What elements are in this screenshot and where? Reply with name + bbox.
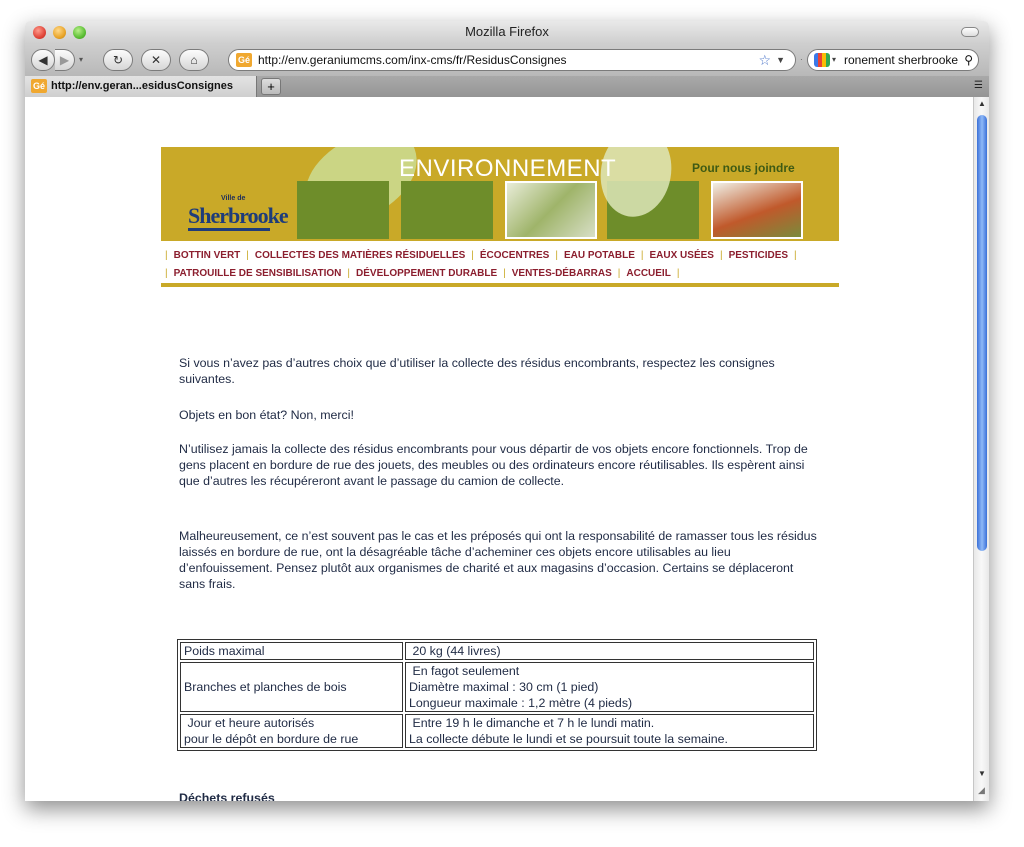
trailer-photo bbox=[711, 181, 803, 239]
menu-item-ventes-debarras[interactable]: VENTES-DÉBARRAS bbox=[512, 268, 612, 279]
stop-button[interactable]: ✕ bbox=[141, 49, 171, 71]
menu-row-1: | BOTTIN VERT | COLLECTES DES MATIÈRES RÉSI… bbox=[165, 250, 797, 261]
banner-green-block bbox=[297, 181, 389, 239]
explanation-paragraph: Malheureusement, ce n’est souvent pas le… bbox=[179, 529, 817, 591]
tab-favicon-icon: Gé bbox=[31, 79, 47, 93]
table-row: Jour et heure autorisés pour le dépôt en… bbox=[180, 714, 814, 748]
menu-item-collectes[interactable]: COLLECTES DES MATIÈRES RÉSIDUELLES bbox=[255, 250, 465, 261]
scroll-down-icon[interactable]: ▼ bbox=[978, 769, 986, 778]
instructions-paragraph: N’utilisez jamais la collecte des résidu… bbox=[179, 442, 808, 488]
tab-strip: Gé http://env.geran...esidusConsignes + … bbox=[25, 76, 989, 97]
schedule-label-line2: pour le dépôt en bordure de rue bbox=[184, 732, 359, 746]
search-input[interactable]: ronement sherbrooke bbox=[844, 50, 958, 70]
search-magnifier-icon[interactable]: ⚲ bbox=[964, 50, 973, 70]
home-icon: ⌂ bbox=[190, 53, 198, 67]
tab-list-icon[interactable]: ☰ bbox=[974, 80, 983, 91]
forward-arrow-icon: ▶ bbox=[59, 53, 70, 67]
window-title: Mozilla Firefox bbox=[465, 24, 549, 39]
plus-icon: + bbox=[267, 79, 275, 94]
minimize-window-button[interactable] bbox=[53, 26, 66, 39]
new-tab-button[interactable]: + bbox=[261, 78, 281, 95]
schedule-label-line1: Jour et heure autorisés bbox=[187, 716, 315, 730]
site-favicon-icon: Gé bbox=[236, 53, 252, 67]
schedule-note: La collecte débute le lundi et se poursu… bbox=[409, 732, 728, 746]
table-cell-value: 20 kg (44 livres) bbox=[405, 642, 814, 660]
reload-button[interactable]: ↻ bbox=[103, 49, 133, 71]
url-text[interactable]: http://env.geraniumcms.com/inx-cms/fr/Re… bbox=[258, 50, 567, 70]
bundle-rule: En fagot seulement bbox=[412, 664, 520, 678]
table-cell-value: Entre 19 h le dimanche et 7 h le lundi m… bbox=[405, 714, 814, 748]
table-cell-label: Poids maximal bbox=[180, 642, 403, 660]
history-dropdown-icon[interactable]: ▾ bbox=[79, 55, 83, 64]
subheading-paragraph: Objets en bon état? Non, merci! bbox=[179, 408, 354, 422]
search-engine-dropdown-icon[interactable]: ▾ bbox=[832, 50, 836, 70]
table-row: Branches et planches de bois En fagot se… bbox=[180, 662, 814, 712]
bookmark-star-icon[interactable]: ☆ bbox=[758, 50, 771, 70]
site-banner: ENVIRONNEMENT Pour nous joindre Ville de… bbox=[161, 147, 839, 241]
url-dropdown-icon[interactable]: ▼ bbox=[776, 50, 785, 70]
search-engine-separator-icon: · bbox=[800, 55, 803, 64]
scroll-up-icon[interactable]: ▲ bbox=[978, 99, 986, 108]
close-window-button[interactable] bbox=[33, 26, 46, 39]
title-bar: Mozilla Firefox bbox=[25, 21, 989, 43]
intro-paragraph: Si vous n’avez pas d’autres choix que d’… bbox=[179, 356, 775, 386]
table-row: Poids maximal 20 kg (44 livres) bbox=[180, 642, 814, 660]
tab-current[interactable]: Gé http://env.geran...esidusConsignes bbox=[25, 76, 257, 97]
menu-item-accueil[interactable]: ACCUEIL bbox=[626, 268, 670, 279]
menu-item-developpement-durable[interactable]: DÉVELOPPEMENT DURABLE bbox=[356, 268, 497, 279]
stop-icon: ✕ bbox=[150, 53, 162, 67]
contact-link[interactable]: Pour nous joindre bbox=[692, 161, 795, 175]
google-search-engine-icon[interactable] bbox=[814, 53, 830, 67]
menu-item-eaux-usees[interactable]: EAUX USÉES bbox=[650, 250, 714, 261]
sherbrooke-logo[interactable]: Sherbrooke bbox=[188, 203, 289, 229]
url-bar[interactable]: Gé http://env.geraniumcms.com/inx-cms/fr… bbox=[228, 49, 796, 71]
navigation-toolbar: ◀ ▶ ▾ ↻ ✕ ⌂ Gé http://env.geraniumcms.co… bbox=[25, 43, 989, 76]
refused-waste-heading: Déchets refusés bbox=[179, 791, 275, 801]
length-rule: Longueur maximale : 1,2 mètre (4 pieds) bbox=[409, 696, 633, 710]
menu-item-bottin-vert[interactable]: BOTTIN VERT bbox=[174, 250, 241, 261]
reload-icon: ↻ bbox=[112, 53, 124, 67]
browser-window: Mozilla Firefox ◀ ▶ ▾ ↻ ✕ ⌂ Gé http://en… bbox=[25, 21, 989, 801]
logo-underline bbox=[188, 228, 270, 231]
vertical-scrollbar[interactable]: ▲ ▼ ◢ bbox=[973, 97, 989, 801]
menu-item-eau-potable[interactable]: EAU POTABLE bbox=[564, 250, 635, 261]
main-menu: | BOTTIN VERT | COLLECTES DES MATIÈRES RÉSI… bbox=[161, 241, 839, 287]
home-button[interactable]: ⌂ bbox=[179, 49, 209, 71]
search-bar[interactable]: ▾ ronement sherbrooke ⚲ bbox=[807, 49, 979, 71]
menu-row-2: | PATROUILLE DE SENSIBILISATION | DÉVELOPPE… bbox=[165, 268, 680, 279]
resize-grip-icon[interactable]: ◢ bbox=[978, 785, 985, 796]
toolbar-toggle-button[interactable] bbox=[961, 27, 979, 37]
back-button[interactable]: ◀ bbox=[31, 49, 55, 71]
forward-button[interactable]: ▶ bbox=[55, 49, 75, 71]
rules-table: Poids maximal 20 kg (44 livres) Branches… bbox=[177, 639, 817, 751]
weight-value: 20 kg (44 livres) bbox=[412, 644, 501, 658]
back-arrow-icon: ◀ bbox=[38, 53, 48, 67]
diameter-rule: Diamètre maximal : 30 cm (1 pied) bbox=[409, 680, 599, 694]
menu-item-patrouille[interactable]: PATROUILLE DE SENSIBILISATION bbox=[174, 268, 342, 279]
logo-prefix: Ville de bbox=[221, 195, 246, 202]
menu-item-ecocentres[interactable]: ÉCOCENTRES bbox=[480, 250, 549, 261]
schedule-time: Entre 19 h le dimanche et 7 h le lundi m… bbox=[412, 716, 655, 730]
table-cell-label: Jour et heure autorisés pour le dépôt en… bbox=[180, 714, 403, 748]
page-content: ENVIRONNEMENT Pour nous joindre Ville de… bbox=[25, 97, 973, 801]
banner-green-block bbox=[401, 181, 493, 239]
tab-label: http://env.geran...esidusConsignes bbox=[51, 80, 233, 92]
table-cell-label: Branches et planches de bois bbox=[180, 662, 403, 712]
scrollbar-thumb[interactable] bbox=[977, 115, 987, 551]
zoom-window-button[interactable] bbox=[73, 26, 86, 39]
recycling-photo bbox=[505, 181, 597, 239]
table-cell-value: En fagot seulement Diamètre maximal : 30… bbox=[405, 662, 814, 712]
menu-item-pesticides[interactable]: PESTICIDES bbox=[729, 250, 788, 261]
banner-title: ENVIRONNEMENT bbox=[399, 155, 617, 182]
